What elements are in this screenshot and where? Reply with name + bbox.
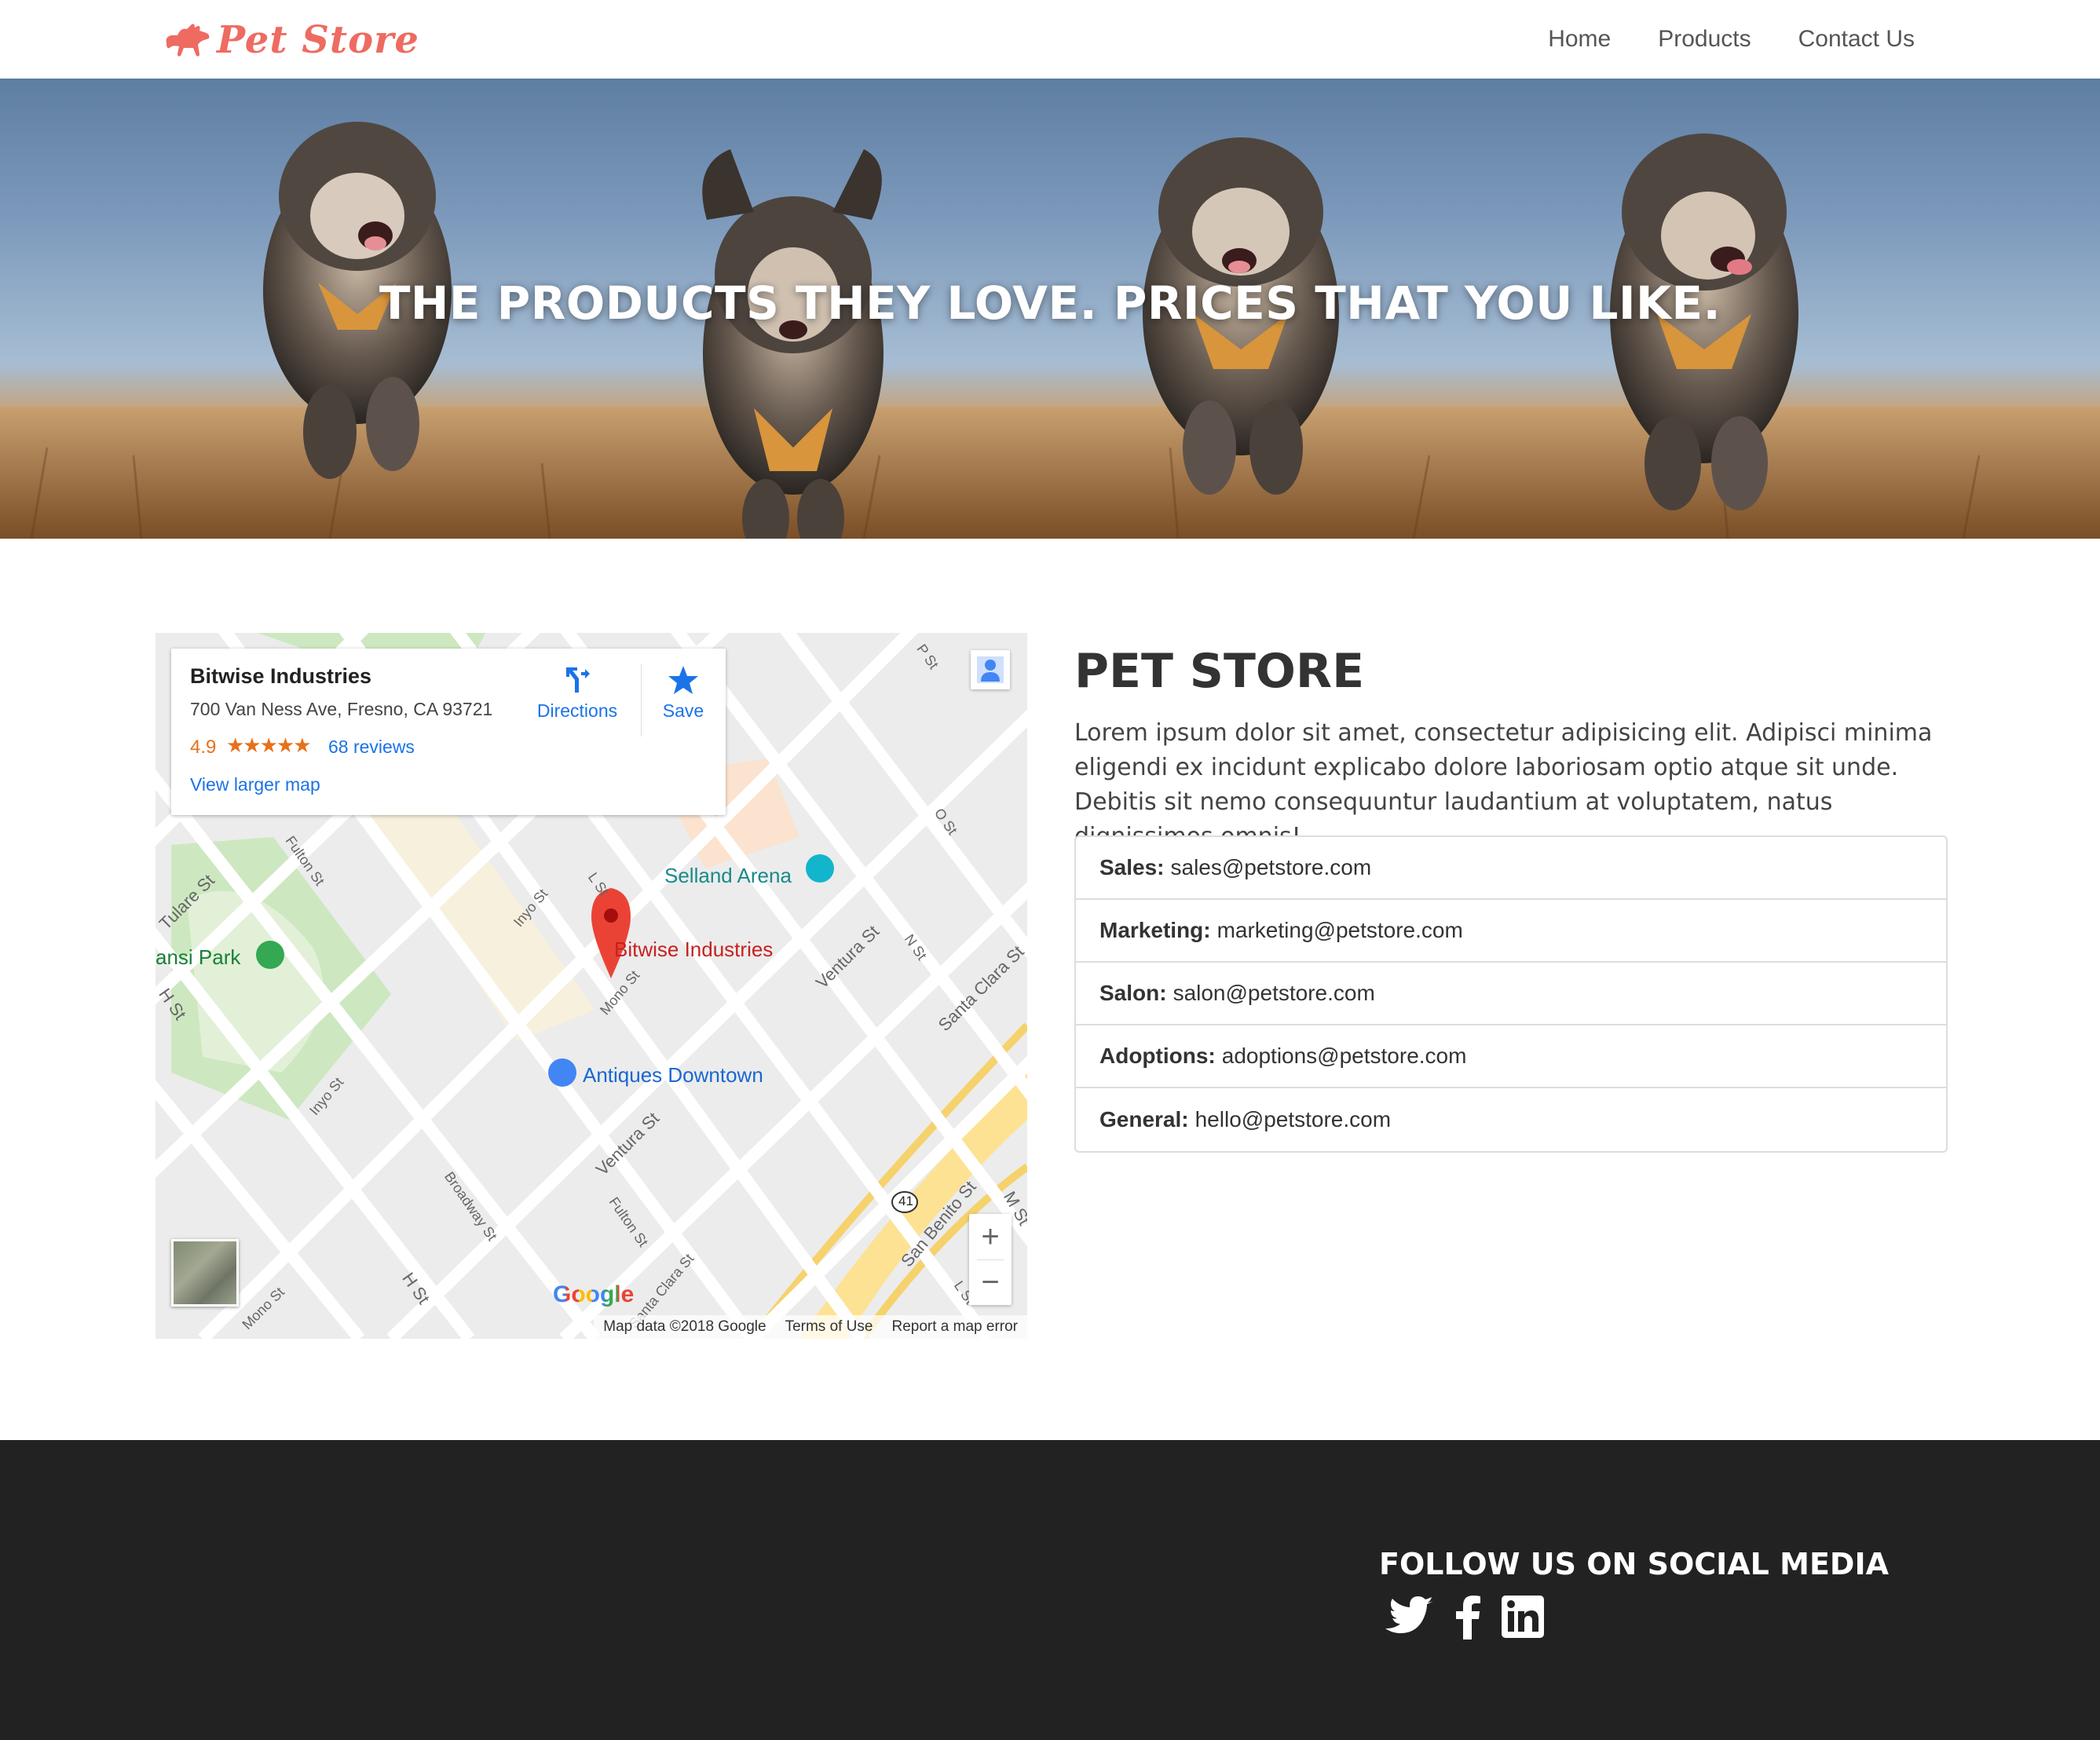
follow-heading: FOLLOW US ON SOCIAL MEDIA	[1379, 1547, 1889, 1581]
map-label-park[interactable]: ansi Park	[155, 945, 240, 970]
dog-logo-icon	[166, 24, 210, 57]
facebook-icon[interactable]	[1454, 1594, 1481, 1639]
place-address: 700 Van Ness Ave, Fresno, CA 93721	[190, 699, 493, 719]
contact-label: Sales:	[1099, 855, 1165, 879]
save-label: Save	[662, 700, 704, 721]
store-description: Lorem ipsum dolor sit amet, consectetur …	[1074, 719, 1933, 850]
zoom-controls: + −	[969, 1214, 1012, 1305]
contact-email[interactable]: salon@petstore.com	[1173, 981, 1375, 1006]
terms-of-use-link[interactable]: Terms of Use	[785, 1318, 873, 1336]
nav-contact-link[interactable]: Contact Us	[1798, 26, 1915, 53]
hero-banner: THE PRODUCTS THEY LOVE. PRICES THAT YOU …	[0, 79, 2100, 539]
contact-label: Adoptions:	[1099, 1044, 1216, 1068]
contact-item: Salon: salon@petstore.com	[1076, 963, 1946, 1025]
directions-icon	[566, 667, 590, 693]
navbar: Pet Store Home Products Contact Us	[0, 0, 2100, 79]
contact-label: Salon:	[1099, 981, 1167, 1005]
map-label-antiques[interactable]: Antiques Downtown	[583, 1063, 763, 1088]
map-attribution: Map data ©2018 Google Terms of Use Repor…	[594, 1315, 1027, 1339]
rating-stars-icon: ★★★★★	[226, 733, 312, 757]
contact-item: Marketing: marketing@petstore.com	[1076, 900, 1946, 963]
nav-links: Home Products Contact Us	[1548, 0, 1915, 79]
star-icon	[668, 666, 698, 694]
zoom-divider	[977, 1259, 1004, 1260]
contact-email[interactable]: hello@petstore.com	[1195, 1107, 1391, 1132]
contact-item: General: hello@petstore.com	[1076, 1088, 1946, 1151]
street-view-pegman-icon[interactable]	[971, 650, 1010, 689]
footer: FOLLOW US ON SOCIAL MEDIA	[0, 1440, 2100, 1740]
map-label-bitwise[interactable]: Bitwise Industries	[614, 938, 773, 962]
contact-item: Adoptions: adoptions@petstore.com	[1076, 1025, 1946, 1088]
place-name: Bitwise Industries	[190, 664, 372, 688]
save-button[interactable]: Save	[652, 664, 715, 722]
twitter-icon[interactable]	[1385, 1596, 1434, 1637]
brand-text: Pet Store	[217, 18, 419, 62]
map-place-card: Bitwise Industries 700 Van Ness Ave, Fre…	[171, 649, 726, 815]
map-label-selland-arena[interactable]: Selland Arena	[664, 864, 792, 888]
place-rating: 4.9	[190, 737, 217, 758]
zoom-in-button[interactable]: +	[969, 1214, 1012, 1259]
directions-button[interactable]: Directions	[526, 664, 628, 722]
contact-email[interactable]: marketing@petstore.com	[1217, 918, 1463, 943]
map-data-text: Map data ©2018 Google	[603, 1318, 766, 1335]
nav-products-link[interactable]: Products	[1658, 26, 1751, 53]
google-logo: Google	[553, 1281, 635, 1307]
contact-item: Sales: sales@petstore.com	[1076, 837, 1946, 900]
brand-logo[interactable]: Pet Store	[163, 16, 419, 64]
reviews-link[interactable]: 68 reviews	[328, 737, 415, 758]
card-divider	[641, 664, 642, 737]
zoom-out-button[interactable]: −	[969, 1259, 1012, 1305]
report-error-link[interactable]: Report a map error	[891, 1318, 1018, 1336]
linkedin-icon[interactable]	[1502, 1596, 1544, 1638]
contact-label: Marketing:	[1099, 918, 1211, 942]
highway-number: 41	[898, 1194, 913, 1208]
social-links	[1385, 1594, 1544, 1639]
contact-label: General:	[1099, 1107, 1189, 1131]
map-embed[interactable]: Selland Arena Bitwise Industries Antique…	[155, 633, 1027, 1339]
satellite-toggle[interactable]	[171, 1239, 239, 1307]
view-larger-map-link[interactable]: View larger map	[190, 774, 320, 795]
nav-home-link[interactable]: Home	[1548, 26, 1611, 53]
hero-title: THE PRODUCTS THEY LOVE. PRICES THAT YOU …	[379, 276, 1721, 330]
contact-email[interactable]: sales@petstore.com	[1171, 855, 1372, 880]
contact-email[interactable]: adoptions@petstore.com	[1222, 1044, 1467, 1069]
directions-label: Directions	[536, 700, 618, 721]
contact-list: Sales: sales@petstore.com Marketing: mar…	[1074, 835, 1948, 1153]
store-title: PET STORE	[1074, 644, 1365, 699]
